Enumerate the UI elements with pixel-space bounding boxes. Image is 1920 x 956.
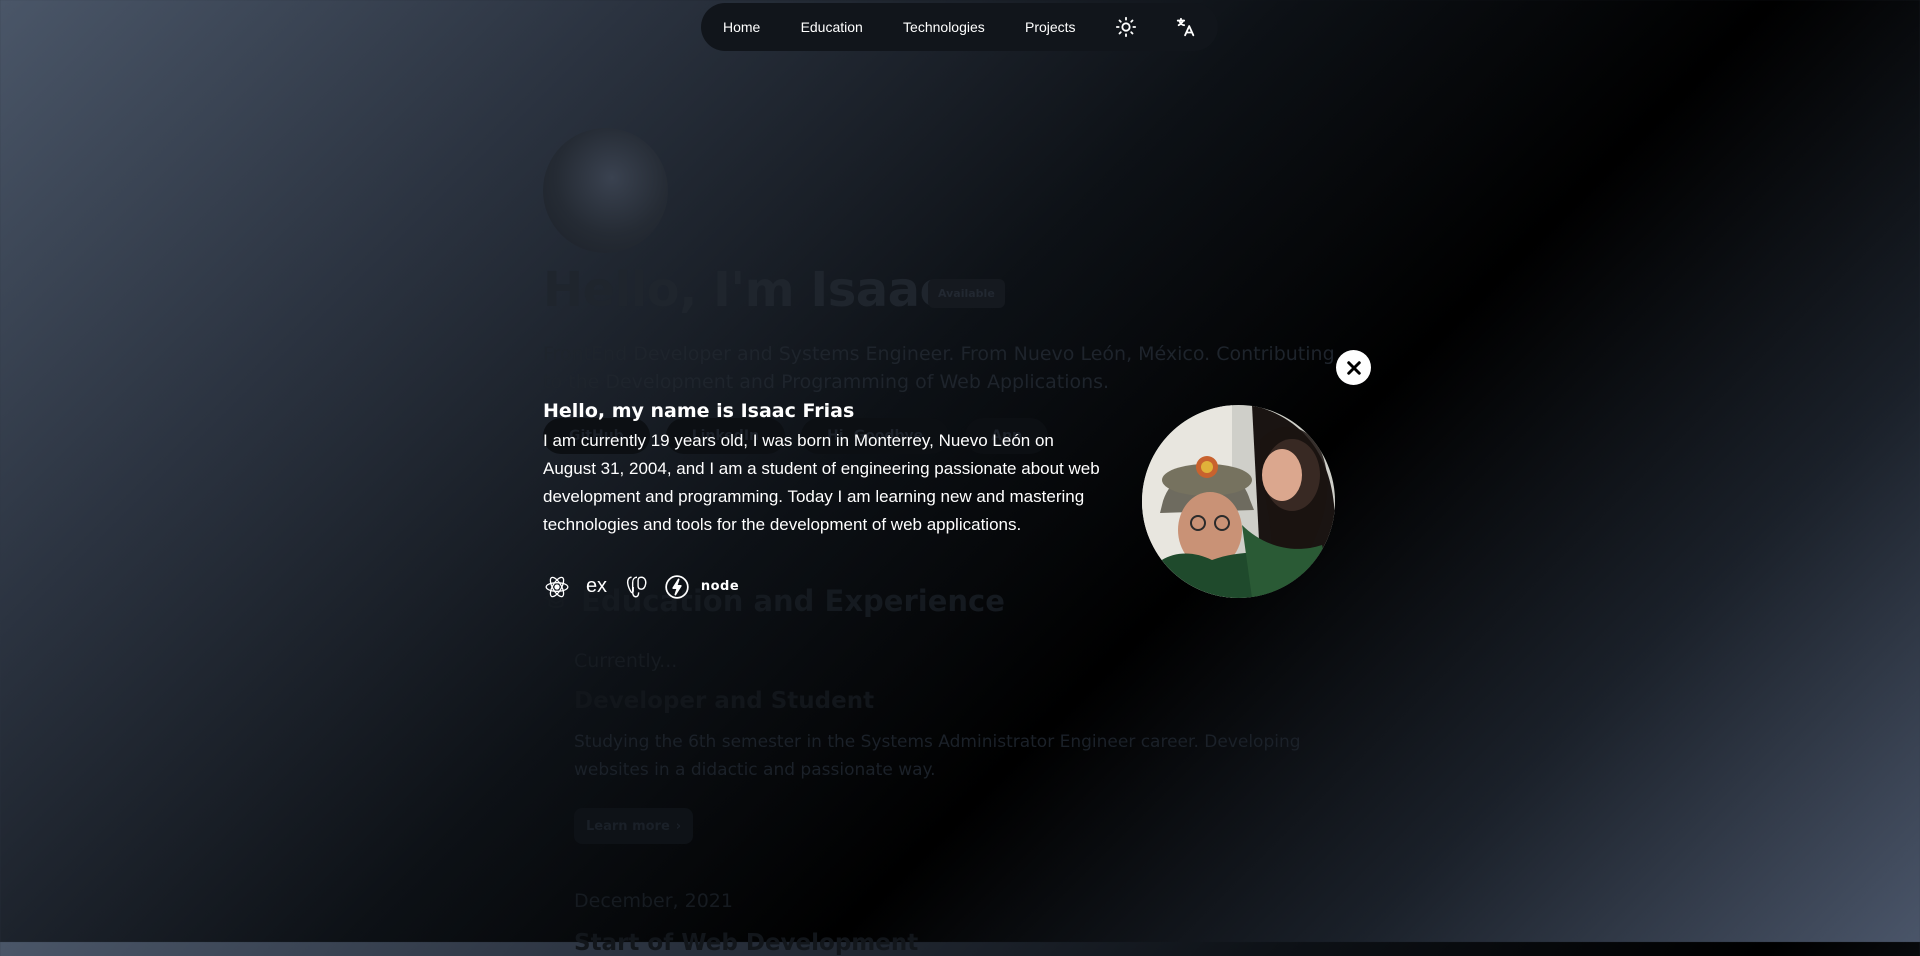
top-navbar: Home Education Technologies Projects [701,3,1218,51]
react-icon [543,573,570,600]
chevron-right-icon: › [675,818,682,834]
close-icon [1346,360,1361,375]
sun-icon [1115,16,1136,38]
close-modal-button[interactable] [1336,350,1371,385]
nav-technologies[interactable]: Technologies [893,11,995,43]
node-text: node [700,579,740,594]
theme-toggle-button[interactable] [1106,7,1146,47]
profile-avatar [543,128,668,253]
language-toggle-button[interactable] [1166,7,1206,47]
modal-bio: I am currently 19 years old, I was born … [543,431,1100,534]
profile-photo-image [1142,405,1335,598]
learn-more-label: Learn more [586,818,670,834]
express-text: ex [585,575,608,597]
nav-home[interactable]: Home [713,11,770,43]
modal-title: Hello, my name is Isaac Frias [543,400,855,422]
nav-education[interactable]: Education [791,11,873,43]
modal-content: Hello, my name is Isaac Frias I am curre… [543,400,1103,539]
education-timeline: Currently... Developer and Student Study… [574,650,1374,844]
nav-projects[interactable]: Projects [1015,11,1086,43]
timeline-role: Developer and Student [574,688,875,714]
express-icon: ex [583,573,610,600]
translate-icon [1176,17,1195,37]
tech-icons-row: ex node [543,573,740,600]
timeline-description: Studying the 6th semester in the Systems… [574,732,1301,780]
timeline-date: December, 2021 [574,890,733,912]
hero-title: Hello, I'm Isaac [543,262,948,318]
profile-photo [1142,405,1335,598]
astro-icon [663,573,690,600]
postgresql-icon [623,573,650,600]
nodejs-icon: node [700,573,740,600]
timeline-date: Currently... [574,650,678,672]
availability-badge: Available [928,279,1005,308]
learn-more-button[interactable]: Learn more › [574,808,694,844]
timeline-role: Start of Web Development [574,930,919,956]
about-modal: Hello, my name is Isaac Frias I am curre… [543,350,1373,600]
